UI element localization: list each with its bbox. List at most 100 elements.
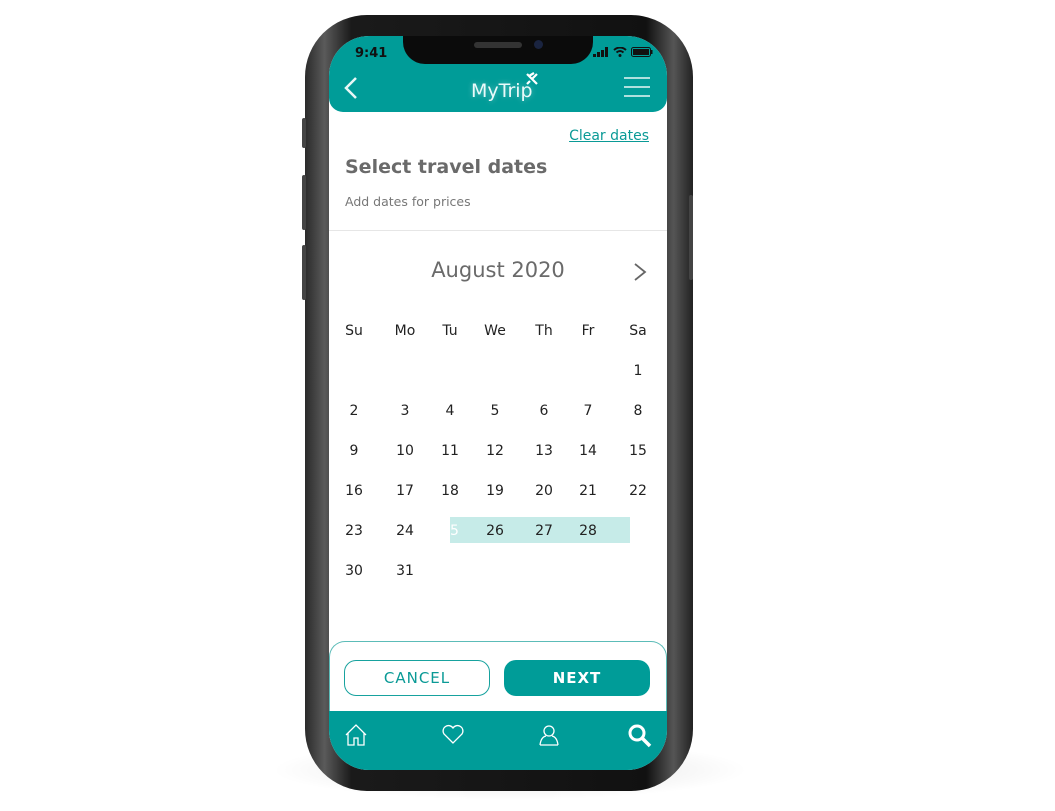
day-number: 3 bbox=[400, 403, 410, 419]
calendar-day[interactable]: 13 bbox=[527, 436, 561, 466]
calendar-day[interactable]: 27 bbox=[527, 516, 561, 546]
tab-bar bbox=[329, 711, 667, 770]
calendar-day[interactable]: 26 bbox=[478, 516, 512, 546]
day-number: 28 bbox=[579, 523, 597, 539]
weekday-label: We bbox=[484, 323, 506, 339]
calendar-day[interactable]: 6 bbox=[527, 396, 561, 426]
calendar-day[interactable]: 21 bbox=[571, 476, 605, 506]
day-number: 11 bbox=[441, 443, 459, 459]
day-number: 18 bbox=[441, 483, 459, 499]
day-number: 10 bbox=[396, 443, 414, 459]
volume-up-button bbox=[302, 175, 306, 230]
divider bbox=[329, 230, 667, 231]
status-time: 9:41 bbox=[355, 46, 388, 61]
day-number: 14 bbox=[579, 443, 597, 459]
speaker bbox=[474, 42, 522, 48]
weekday-label: Tu bbox=[442, 323, 458, 339]
day-number: 25 bbox=[441, 523, 459, 539]
next-button[interactable]: NEXT bbox=[504, 660, 650, 696]
calendar-day[interactable]: 10 bbox=[388, 436, 422, 466]
calendar-day[interactable]: 23 bbox=[337, 516, 371, 546]
day-number: 27 bbox=[535, 523, 553, 539]
page-subtitle: Add dates for prices bbox=[345, 194, 471, 209]
back-icon[interactable] bbox=[343, 76, 359, 100]
calendar-day[interactable]: 24 bbox=[388, 516, 422, 546]
wifi-icon bbox=[613, 47, 627, 57]
calendar-day[interactable]: 3 bbox=[388, 396, 422, 426]
selected-day[interactable]: 29 bbox=[621, 515, 655, 547]
day-number: 1 bbox=[633, 363, 643, 379]
calendar-day[interactable]: 22 bbox=[621, 476, 655, 506]
calendar-day[interactable]: 12 bbox=[478, 436, 512, 466]
weekday-label: Th bbox=[535, 323, 553, 339]
mute-switch bbox=[302, 118, 306, 148]
app-header: 9:41 MyTrip bbox=[329, 36, 667, 112]
calendar-day[interactable]: 30 bbox=[337, 556, 371, 586]
day-number: 2 bbox=[349, 403, 359, 419]
day-number: 26 bbox=[486, 523, 504, 539]
signal-icon bbox=[593, 47, 608, 57]
day-number: 5 bbox=[490, 403, 500, 419]
menu-icon[interactable] bbox=[623, 76, 651, 98]
calendar-day[interactable]: 16 bbox=[337, 476, 371, 506]
weekday-label: Su bbox=[345, 323, 363, 339]
calendar-day[interactable]: 8 bbox=[621, 396, 655, 426]
calendar-day[interactable]: 31 bbox=[388, 556, 422, 586]
calendar-day[interactable]: 19 bbox=[478, 476, 512, 506]
weekday-label: Mo bbox=[394, 323, 416, 339]
camera bbox=[534, 40, 543, 49]
power-button bbox=[689, 195, 693, 280]
calendar-day[interactable]: 18 bbox=[433, 476, 467, 506]
calendar-day[interactable]: 4 bbox=[433, 396, 467, 426]
page-title: Select travel dates bbox=[345, 156, 548, 178]
day-number: 16 bbox=[345, 483, 363, 499]
day-number: 23 bbox=[345, 523, 363, 539]
day-number: 6 bbox=[539, 403, 549, 419]
next-month-icon[interactable] bbox=[633, 262, 647, 282]
app-logo: MyTrip bbox=[471, 80, 533, 102]
day-number: 22 bbox=[629, 483, 647, 499]
day-number: 29 bbox=[629, 523, 647, 539]
day-number: 21 bbox=[579, 483, 597, 499]
day-number: 30 bbox=[345, 563, 363, 579]
weekday-label: Fr bbox=[581, 323, 595, 339]
calendar-day[interactable]: 17 bbox=[388, 476, 422, 506]
search-icon[interactable] bbox=[627, 723, 653, 749]
day-number: 13 bbox=[535, 443, 553, 459]
selected-day[interactable]: 25 bbox=[433, 515, 467, 547]
calendar-day[interactable]: 1 bbox=[621, 356, 655, 386]
home-icon[interactable] bbox=[344, 723, 368, 747]
profile-icon[interactable] bbox=[537, 723, 561, 747]
day-number: 15 bbox=[629, 443, 647, 459]
screen: 9:41 MyTrip Clear dates Select travel da… bbox=[329, 36, 667, 770]
day-number: 20 bbox=[535, 483, 553, 499]
day-number: 24 bbox=[396, 523, 414, 539]
calendar-day[interactable]: 28 bbox=[571, 516, 605, 546]
day-number: 12 bbox=[486, 443, 504, 459]
calendar-day[interactable]: 5 bbox=[478, 396, 512, 426]
airplane-icon bbox=[526, 72, 538, 85]
calendar-day[interactable]: 20 bbox=[527, 476, 561, 506]
month-label: August 2020 bbox=[431, 258, 565, 282]
weekday-label: Sa bbox=[629, 323, 647, 339]
day-number: 8 bbox=[633, 403, 643, 419]
status-icons bbox=[593, 47, 653, 57]
cancel-button[interactable]: CANCEL bbox=[344, 660, 490, 696]
calendar-day[interactable]: 15 bbox=[621, 436, 655, 466]
day-number: 31 bbox=[396, 563, 414, 579]
calendar-day[interactable]: 14 bbox=[571, 436, 605, 466]
calendar-day[interactable]: 11 bbox=[433, 436, 467, 466]
battery-icon bbox=[631, 47, 653, 57]
day-number: 4 bbox=[445, 403, 455, 419]
day-number: 19 bbox=[486, 483, 504, 499]
notch bbox=[403, 36, 593, 64]
calendar-day[interactable]: 7 bbox=[571, 396, 605, 426]
calendar-day[interactable]: 9 bbox=[337, 436, 371, 466]
heart-icon[interactable] bbox=[441, 723, 465, 745]
day-number: 7 bbox=[583, 403, 593, 419]
volume-down-button bbox=[302, 245, 306, 300]
day-number: 9 bbox=[349, 443, 359, 459]
day-number: 17 bbox=[396, 483, 414, 499]
calendar-day[interactable]: 2 bbox=[337, 396, 371, 426]
clear-dates-link[interactable]: Clear dates bbox=[569, 128, 649, 144]
